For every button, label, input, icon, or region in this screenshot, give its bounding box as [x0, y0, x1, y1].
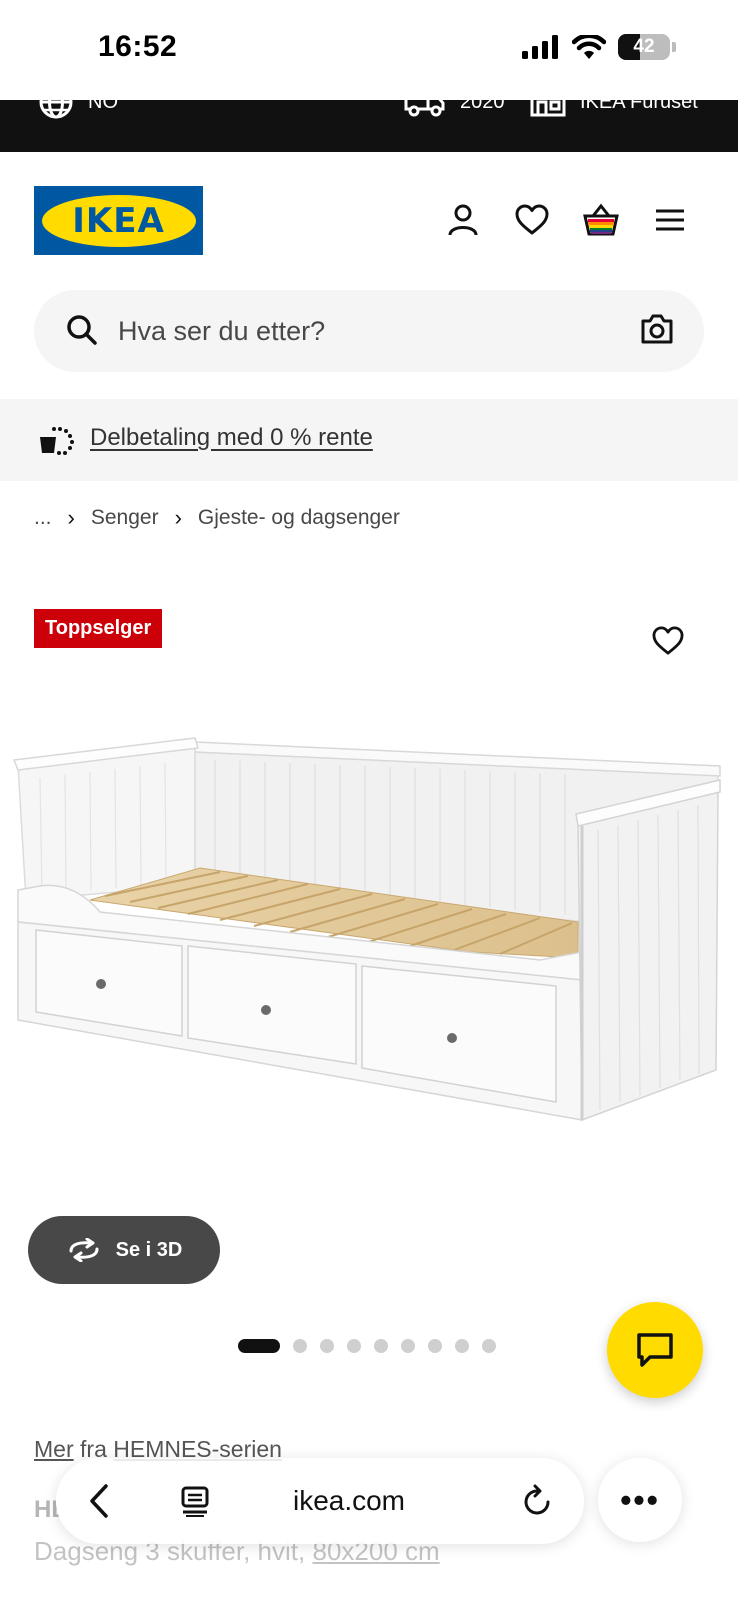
store-name: IKEA Furuset — [580, 90, 698, 113]
url-field[interactable]: ikea.com — [234, 1458, 464, 1544]
logo-text: IKEA — [72, 200, 165, 241]
favorite-heart-icon[interactable] — [652, 626, 684, 656]
battery-nub — [672, 42, 676, 52]
carousel-dot[interactable] — [293, 1339, 307, 1353]
delivery-postcode-selector[interactable]: 2020 — [404, 87, 505, 120]
ikea-logo[interactable]: IKEA — [34, 186, 203, 255]
carousel-dot[interactable] — [401, 1339, 415, 1353]
language-label: NO — [88, 90, 118, 113]
logo-oval: IKEA — [41, 194, 196, 247]
chevron-right-icon: › — [174, 505, 182, 530]
breadcrumb-item-gjeste-og-dagsenger[interactable]: Gjeste- og dagsenger — [198, 506, 400, 530]
user-icon[interactable] — [443, 200, 483, 240]
promo-banner: Delbetaling med 0 % rente — [0, 399, 738, 481]
status-icons: 42 — [522, 34, 676, 60]
search-bar — [34, 290, 704, 372]
menu-icon[interactable] — [650, 200, 690, 240]
globe-icon — [39, 85, 73, 119]
delivery-postcode: 2020 — [460, 90, 505, 113]
search-icon[interactable] — [66, 314, 98, 346]
chevron-left-icon — [90, 1484, 108, 1518]
store-selector[interactable]: IKEA Furuset — [530, 87, 698, 120]
camera-search-icon[interactable] — [640, 312, 674, 346]
wifi-icon — [572, 35, 606, 59]
chevron-right-icon: › — [67, 505, 75, 530]
series-prefix-link[interactable]: Mer — [34, 1436, 74, 1462]
carousel-dot[interactable] — [482, 1339, 496, 1353]
heart-icon[interactable] — [512, 200, 552, 240]
store-icon — [530, 87, 566, 117]
bestseller-badge: Toppselger — [34, 609, 163, 648]
product-image[interactable] — [0, 690, 738, 1210]
site-header: IKEA — [0, 152, 738, 282]
carousel-dot[interactable] — [347, 1339, 361, 1353]
installment-link[interactable]: Delbetaling med 0 % rente — [90, 424, 373, 452]
search-input[interactable] — [118, 290, 598, 372]
tabs-icon[interactable] — [180, 1486, 210, 1518]
reload-icon[interactable] — [522, 1484, 554, 1518]
chat-button[interactable] — [607, 1302, 703, 1398]
chat-bubble-icon — [637, 1333, 673, 1367]
view-3d-button[interactable]: Se i 3D — [28, 1216, 220, 1284]
installment-icon — [40, 427, 74, 455]
breadcrumb-ellipsis[interactable]: ... — [34, 506, 52, 530]
rotate-3d-icon — [69, 1238, 99, 1262]
carousel-dot[interactable] — [238, 1339, 280, 1353]
carousel-dot[interactable] — [374, 1339, 388, 1353]
cellular-signal-icon — [522, 35, 558, 59]
browser-toolbar: ikea.com — [56, 1458, 584, 1544]
back-button[interactable] — [56, 1458, 142, 1544]
breadcrumb-item-senger[interactable]: Senger — [91, 506, 159, 530]
status-time: 16:52 — [98, 30, 178, 63]
view-3d-label: Se i 3D — [115, 1238, 183, 1261]
battery-icon: 42 — [618, 34, 670, 60]
language-selector[interactable]: NO — [38, 85, 118, 120]
carousel-dot[interactable] — [455, 1339, 469, 1353]
battery-level: 42 — [633, 36, 655, 57]
basket-icon[interactable] — [581, 200, 621, 240]
image-carousel-dots — [238, 1339, 496, 1353]
carousel-dot[interactable] — [428, 1339, 442, 1353]
more-options-button[interactable]: ••• — [598, 1458, 682, 1542]
top-strip: NO 2020 IKEA Furuset — [0, 85, 738, 152]
breadcrumb: ... › Senger › Gjeste- og dagsenger — [34, 505, 400, 531]
carousel-dot[interactable] — [320, 1339, 334, 1353]
delivery-truck-icon — [404, 87, 445, 117]
status-bar: 16:52 42 — [0, 0, 738, 100]
